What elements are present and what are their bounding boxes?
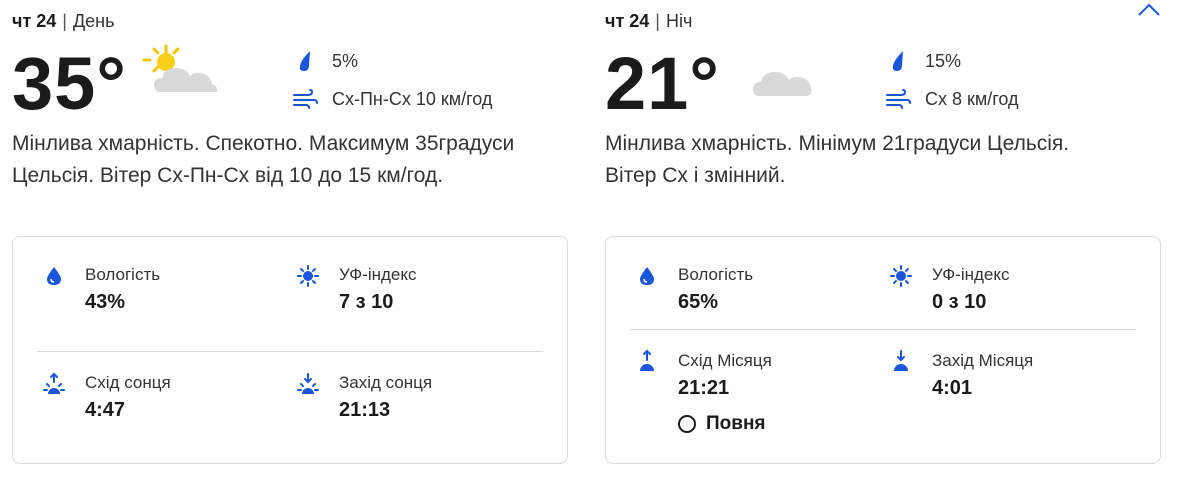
night-weekday: чт 24 — [605, 11, 650, 31]
night-details-card: Вологість 65% УФ-індекс 0 з 10 Схід Міся… — [605, 236, 1161, 464]
night-period: Ніч — [665, 11, 693, 31]
night-wind-value: Сх 8 км/год — [925, 88, 1019, 109]
uv-sun-icon — [888, 263, 914, 289]
day-sunrise-label: Схід сонця — [85, 373, 171, 392]
sunset-icon — [295, 371, 321, 397]
night-description: Мінлива хмарність. Мінімум 21градуси Цел… — [605, 132, 1070, 187]
day-sunset-value: 21:13 — [339, 399, 391, 421]
header-separator: | — [655, 11, 660, 31]
card-divider — [630, 329, 1136, 330]
night-moonset-label: Захід Місяця — [932, 351, 1034, 370]
night-humidity-value: 65% — [678, 291, 719, 313]
day-uv-index: УФ-індекс 7 з 10 — [295, 263, 525, 323]
raindrop-icon — [292, 49, 318, 73]
day-description: Мінлива хмарність. Спекотно. Максимум 35… — [12, 132, 515, 187]
night-uv-value: 0 з 10 — [932, 291, 987, 313]
night-moonrise-label: Схід Місяця — [678, 351, 772, 370]
partly-cloudy-sun-icon — [142, 44, 218, 92]
raindrop-icon — [885, 49, 911, 73]
wind-icon — [885, 87, 911, 111]
moon-phase: Повня — [678, 413, 766, 435]
night-precipitation-value: 15% — [925, 50, 962, 71]
day-uv-label: УФ-індекс — [339, 265, 417, 284]
collapse-button[interactable] — [1136, 0, 1162, 20]
night-humidity-label: Вологість — [678, 265, 754, 284]
day-sunset-label: Захід сонця — [339, 373, 433, 392]
chevron-up-icon — [1138, 3, 1160, 16]
day-header: чт 24 | День — [12, 11, 115, 32]
night-forecast-panel: чт 24 | Ніч 21° 15% Сх 8 км/год Мінлива хм… — [605, 0, 1165, 487]
moonset-icon — [888, 349, 914, 375]
night-precipitation: 15% — [885, 48, 961, 74]
day-forecast-panel: чт 24 | День 35° 5% Сх-Пн-Сх 10 км/год Мін — [12, 0, 572, 487]
day-sunset: Захід сонця 21:13 — [295, 371, 525, 431]
humidity-drop-icon — [41, 263, 67, 289]
header-separator: | — [62, 11, 67, 31]
day-details-card: Вологість 43% УФ-індекс 7 з 10 Схід сонц… — [12, 236, 568, 464]
day-period: День — [72, 11, 115, 31]
night-temperature: 21° — [605, 42, 720, 125]
night-moonrise-value: 21:21 — [678, 377, 730, 399]
day-humidity-value: 43% — [85, 291, 126, 313]
day-weekday: чт 24 — [12, 11, 57, 31]
night-wind: Сх 8 км/год — [885, 86, 1019, 112]
moon-phase-label: Повня — [706, 413, 766, 434]
day-humidity: Вологість 43% — [41, 263, 271, 323]
sunrise-icon — [41, 371, 67, 397]
day-sunrise: Схід сонця 4:47 — [41, 371, 271, 431]
night-moonset-value: 4:01 — [932, 377, 973, 399]
night-moonrise: Схід Місяця 21:21 — [634, 349, 864, 409]
night-humidity: Вологість 65% — [634, 263, 864, 323]
full-moon-icon — [678, 415, 696, 433]
day-wind: Сх-Пн-Сх 10 км/год — [292, 86, 492, 112]
night-uv-index: УФ-індекс 0 з 10 — [888, 263, 1118, 323]
day-wind-value: Сх-Пн-Сх 10 км/год — [332, 88, 493, 109]
partly-cloudy-moon-icon — [747, 48, 812, 96]
moonrise-icon — [634, 349, 660, 375]
day-uv-value: 7 з 10 — [339, 291, 394, 313]
day-sunrise-value: 4:47 — [85, 399, 126, 421]
wind-icon — [292, 87, 318, 111]
humidity-drop-icon — [634, 263, 660, 289]
day-precipitation-value: 5% — [332, 50, 359, 71]
uv-sun-icon — [295, 263, 321, 289]
day-humidity-label: Вологість — [85, 265, 161, 284]
night-header: чт 24 | Ніч — [605, 11, 692, 32]
day-temperature: 35° — [12, 42, 127, 125]
card-divider — [37, 351, 543, 352]
night-moonset: Захід Місяця 4:01 — [888, 349, 1118, 409]
day-precipitation: 5% — [292, 48, 358, 74]
night-uv-label: УФ-індекс — [932, 265, 1010, 284]
